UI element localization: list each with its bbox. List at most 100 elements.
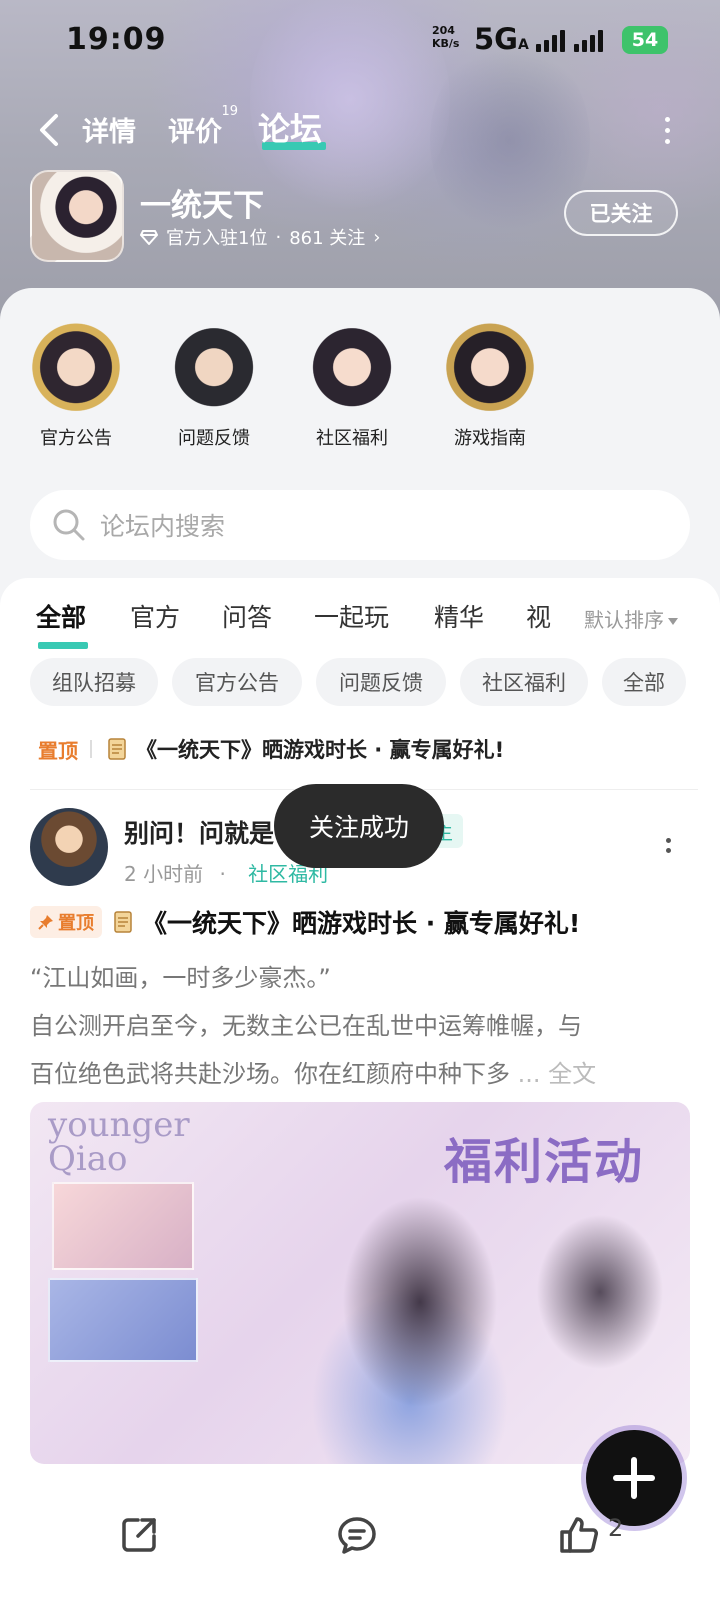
avatar[interactable] [30,808,108,886]
post-image[interactable]: younger Qiao 福利活动 [30,1102,690,1464]
sort-label: 默认排序 [584,608,664,632]
post-more-icon[interactable] [664,838,672,860]
status-bar: 19:09 204 KB/s 5GA 54 [0,0,720,80]
tab-reviews-count: 19 [221,104,238,119]
chip-team-recruit[interactable]: 组队招募 [30,658,158,706]
thumbs-up-icon[interactable] [558,1514,600,1556]
game-info: 一统天下 官方入驻1位 · 861 关注 › 已关注 [0,170,720,265]
image-watermark: younger Qiao [48,1108,190,1176]
pin-icon [38,915,53,930]
tab-featured[interactable]: 精华 [434,598,484,634]
header-background: 19:09 204 KB/s 5GA 54 详情 评价 19 论坛 一统天下 官… [0,0,720,330]
game-icon[interactable] [30,170,124,262]
network-type-label: 5G [474,22,518,56]
shortcut-game-guide[interactable]: 游戏指南 [430,310,550,450]
post-body-text: 百位绝色武将共赴沙场。你在红颜府中种下多 [30,1060,510,1088]
image-panel [48,1278,198,1362]
tab-official[interactable]: 官方 [130,598,180,634]
shortcut-label: 问题反馈 [178,428,250,449]
filter-chips: 组队招募 官方公告 问题反馈 社区福利 全部 [0,658,720,710]
network-speed-value: 204 [432,24,455,37]
network-speed: 204 KB/s [432,24,459,50]
tab-video[interactable]: 视 [526,598,551,634]
category-active-indicator [38,642,88,649]
pinned-tag: 置顶 [38,738,78,763]
game-follow-count: 861 关注 [289,228,366,249]
post-body-line: 百位绝色武将共赴沙场。你在红颜府中种下多 ... 全文 [30,1050,690,1098]
more-options-icon[interactable] [662,114,672,148]
diamond-icon [140,230,158,245]
chip-official-notice[interactable]: 官方公告 [172,658,302,706]
shortcut-official-notice[interactable]: 官方公告 [16,310,136,450]
post-author[interactable]: 别问！问就是 [124,814,274,850]
tab-details[interactable]: 详情 [82,110,136,149]
scroll-icon [108,738,126,760]
tab-forum[interactable]: 论坛 [258,104,322,150]
post-action-bar: 2 [0,1490,720,1602]
pinned-pill: 置顶 [30,906,102,938]
read-more-link[interactable]: ... 全文 [518,1060,597,1088]
scroll-icon [114,911,132,933]
caret-down-icon [668,618,678,625]
shortcut-label: 官方公告 [40,428,112,449]
search-input[interactable]: 论坛内搜索 [100,507,225,543]
shortcut-avatar [300,310,404,414]
shortcut-label: 社区福利 [316,428,388,449]
category-tabs: 全部 官方 问答 一起玩 精华 视 默认排序 [0,598,720,654]
tab-details-label: 详情 [82,117,136,148]
shortcut-avatar [162,310,266,414]
signal-icon [536,28,565,52]
signal-icon-2 [574,28,603,52]
search-bar[interactable]: 论坛内搜索 [30,490,690,560]
status-time: 19:09 [66,22,167,57]
battery-icon: 54 [622,26,668,54]
game-meta[interactable]: 官方入驻1位 · 861 关注 › [140,224,380,250]
pinned-post-banner[interactable]: 置顶 《一统天下》晒游戏时长 · 赢专属好礼! [38,732,698,766]
sort-dropdown[interactable]: 默认排序 [584,604,678,633]
shortcut-label: 游戏指南 [454,428,526,449]
share-icon[interactable] [118,1514,160,1556]
meta-dot: · [275,226,282,248]
tab-qa[interactable]: 问答 [222,598,272,634]
post-body-line: “江山如画，一时多少豪杰。” [30,964,331,992]
image-watermark-line: Qiao [48,1139,128,1179]
tab-play-together[interactable]: 一起玩 [314,598,389,634]
post-body-line: 自公测开启至今，无数主公已在乱世中运筹帷幄，与 [30,1012,582,1040]
network-type-suffix: A [517,37,529,53]
chip-feedback[interactable]: 问题反馈 [316,658,446,706]
pinned-separator [90,740,92,758]
game-title: 一统天下 [140,188,264,224]
tab-reviews[interactable]: 评价 19 [168,104,238,149]
shortcut-avatar [24,310,128,414]
comment-icon[interactable] [336,1514,378,1556]
post-time: 2 小时前 [124,862,204,886]
top-nav: 详情 评价 19 论坛 [0,100,720,160]
image-title: 福利活动 [444,1134,645,1190]
toast-message: 关注成功 [274,784,444,868]
post-title[interactable]: 《一统天下》晒游戏时长 · 赢专属好礼! [142,904,580,940]
pinned-title: 《一统天下》晒游戏时长 · 赢专属好礼! [136,738,505,762]
image-watermark-line: younger [48,1105,190,1145]
pinned-pill-label: 置顶 [58,913,94,934]
image-panel [52,1182,194,1270]
post-title-row: 置顶 《一统天下》晒游戏时长 · 赢专属好礼! [30,904,710,940]
follow-button[interactable]: 已关注 [564,190,678,236]
network-type: 5GA [474,22,529,56]
tab-forum-label: 论坛 [258,110,323,148]
network-speed-unit: KB/s [432,37,460,50]
forum-sheet: 官方公告 问题反馈 社区福利 游戏指南 论坛内搜索 全部 官方 问答 一起玩 精… [0,288,720,1602]
shortcut-avatar [438,310,542,414]
chip-all[interactable]: 全部 [602,658,686,706]
like-count: 2 [608,1514,624,1542]
battery-level: 54 [631,29,659,51]
meta-dot: · [219,862,226,886]
tab-reviews-label: 评价 [168,117,222,148]
back-arrow-icon[interactable] [34,112,64,148]
post-body[interactable]: “江山如画，一时多少豪杰。” 自公测开启至今，无数主公已在乱世中运筹帷幄，与 百… [30,954,690,1098]
shortcut-community-welfare[interactable]: 社区福利 [292,310,412,450]
chevron-right-icon: › [373,226,381,248]
chip-community-welfare[interactable]: 社区福利 [460,658,588,706]
shortcut-feedback[interactable]: 问题反馈 [154,310,274,450]
tab-all[interactable]: 全部 [36,598,86,634]
search-icon [53,509,85,541]
